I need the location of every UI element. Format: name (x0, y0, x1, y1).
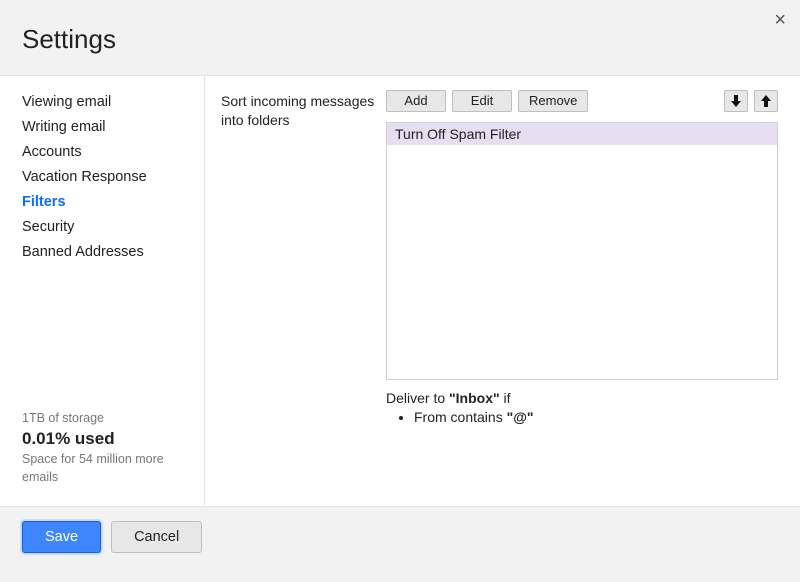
remove-button[interactable]: Remove (518, 90, 588, 112)
storage-summary: 1TB of storage 0.01% used Space for 54 m… (0, 410, 204, 496)
sidebar-item-security[interactable]: Security (0, 215, 204, 240)
sidebar: Viewing emailWriting emailAccountsVacati… (0, 76, 205, 506)
storage-space: Space for 54 million more emails (22, 451, 182, 486)
move-up-button[interactable] (754, 90, 778, 112)
summary-line: Deliver to "Inbox" if (386, 390, 778, 406)
sidebar-item-vacation-response[interactable]: Vacation Response (0, 165, 204, 190)
arrow-down-icon (731, 95, 741, 107)
storage-total: 1TB of storage (22, 410, 182, 428)
dialog-footer: Save Cancel (0, 507, 800, 567)
sidebar-item-banned-addresses[interactable]: Banned Addresses (0, 240, 204, 265)
settings-dialog: × Settings Viewing emailWriting emailAcc… (0, 0, 800, 582)
filters-list[interactable]: Turn Off Spam Filter (386, 122, 778, 380)
cancel-button[interactable]: Cancel (111, 521, 202, 553)
content-panel: Sort incoming messages into folders Add … (205, 76, 800, 506)
move-down-button[interactable] (724, 90, 748, 112)
dialog-header: Settings (0, 0, 800, 75)
storage-used: 0.01% used (22, 427, 182, 451)
arrow-up-icon (761, 95, 771, 107)
sidebar-item-viewing-email[interactable]: Viewing email (0, 90, 204, 115)
page-title: Settings (22, 24, 778, 55)
sidebar-item-writing-email[interactable]: Writing email (0, 115, 204, 140)
save-button[interactable]: Save (22, 521, 101, 553)
filter-summary: Deliver to "Inbox" if From contains "@" (386, 390, 778, 427)
sidebar-item-accounts[interactable]: Accounts (0, 140, 204, 165)
summary-suffix: if (500, 390, 511, 406)
condition-value: "@" (507, 409, 534, 425)
sidebar-item-filters[interactable]: Filters (0, 190, 204, 215)
filters-toolbar: Add Edit Remove (386, 90, 778, 112)
edit-button[interactable]: Edit (452, 90, 512, 112)
panel-description: Sort incoming messages into folders (221, 90, 386, 496)
condition-item: From contains "@" (414, 408, 778, 427)
sidebar-nav: Viewing emailWriting emailAccountsVacati… (0, 90, 204, 265)
close-icon[interactable]: × (774, 10, 786, 30)
filters-main: Add Edit Remove Turn Off Spam Filter Del… (386, 90, 778, 496)
summary-folder: "Inbox" (449, 390, 500, 406)
add-button[interactable]: Add (386, 90, 446, 112)
summary-conditions: From contains "@" (386, 408, 778, 427)
filter-row[interactable]: Turn Off Spam Filter (387, 123, 777, 145)
summary-prefix: Deliver to (386, 390, 449, 406)
dialog-body: Viewing emailWriting emailAccountsVacati… (0, 75, 800, 507)
condition-field: From contains (414, 409, 507, 425)
